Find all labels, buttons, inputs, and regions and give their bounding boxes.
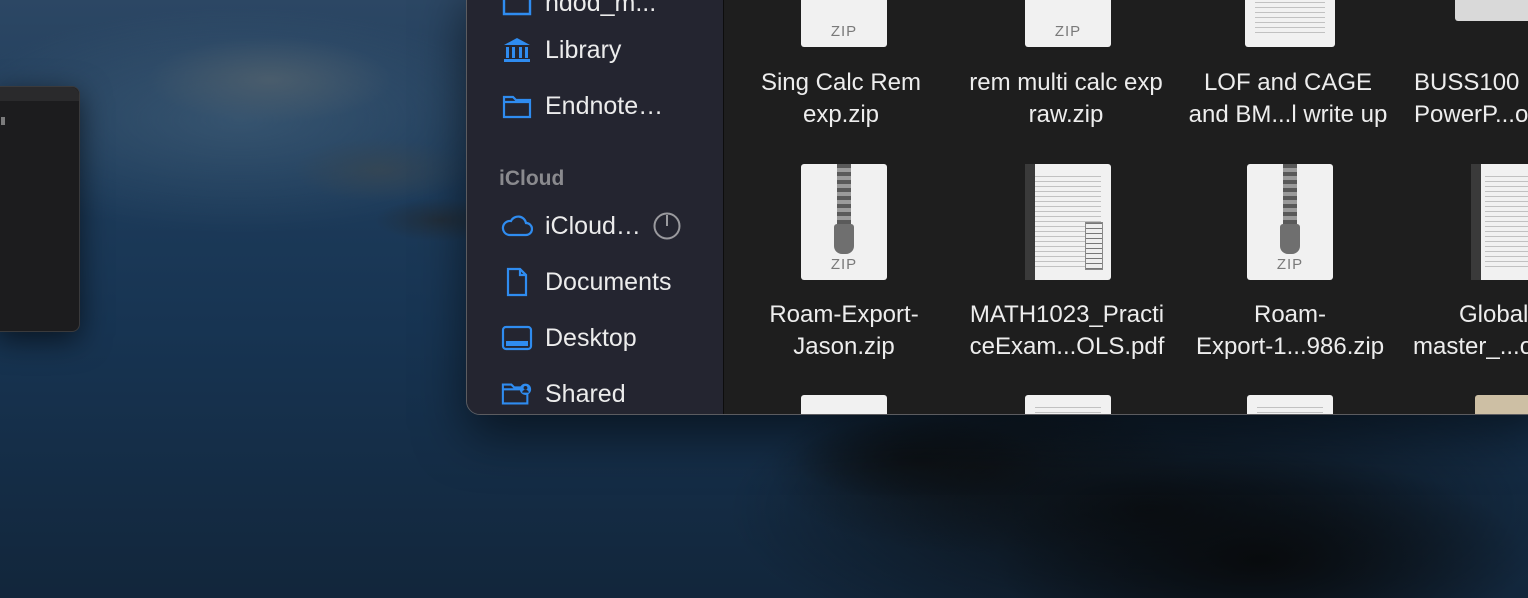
document-binding-edge — [1471, 164, 1481, 280]
zip-file-icon[interactable]: ZIP — [1247, 164, 1333, 280]
pdf-binding-edge — [1025, 164, 1035, 280]
sidebar-item-shared[interactable]: Shared — [501, 374, 626, 414]
finder-content: ZIP ZIP Sing Calc Rem exp.zip rem multi … — [724, 0, 1528, 414]
document-thumbnail-icon[interactable] — [1471, 164, 1528, 280]
file-item[interactable]: Sing Calc Rem exp.zip — [726, 67, 956, 131]
file-name-line2: and BM...l write up — [1188, 101, 1388, 128]
file-icon-partial[interactable] — [801, 395, 887, 414]
cloud-icon — [501, 210, 533, 242]
zip-badge: ZIP — [1276, 256, 1304, 273]
zip-file-icon[interactable]: ZIP — [801, 0, 887, 47]
pdf-thumbnail-icon[interactable] — [1245, 0, 1335, 47]
sidebar-item-icloud-drive[interactable]: iCloud… — [501, 206, 681, 246]
background-window-titlebar[interactable] — [0, 87, 79, 101]
sidebar-section-icloud: iCloud — [499, 167, 565, 190]
zip-file-icon[interactable]: ZIP — [801, 164, 887, 280]
sidebar-item-label: Documents — [545, 267, 672, 296]
file-item[interactable]: LOF and CAGE and BM...l write up — [1173, 67, 1403, 131]
finder-sidebar: ndod_m... Library Endnote… iCloud iCloud… — [467, 0, 724, 414]
file-name-line2: Jason.zip — [793, 333, 895, 360]
pdf-thumbnail-icon[interactable] — [1025, 164, 1111, 280]
zip-badge: ZIP — [830, 256, 858, 273]
sidebar-item-label: iCloud… — [545, 211, 641, 240]
wallpaper-shoreline — [760, 410, 1528, 598]
finder-window[interactable]: ndod_m... Library Endnote… iCloud iCloud… — [466, 0, 1528, 415]
file-name-line1: Roam- — [1253, 301, 1326, 328]
file-item[interactable]: Global master_...o — [1380, 299, 1528, 363]
sidebar-item-documents[interactable]: Documents — [501, 262, 671, 302]
file-name-line2: exp.zip — [802, 101, 880, 128]
zip-badge: ZIP — [830, 23, 858, 40]
background-window[interactable] — [0, 86, 80, 332]
sync-progress-icon — [653, 212, 681, 240]
building-columns-icon — [501, 34, 533, 66]
sidebar-item-endnote[interactable]: Endnote… — [501, 86, 663, 126]
file-name-line2: ceExam...OLS.pdf — [969, 333, 1165, 360]
document-icon — [501, 266, 533, 298]
file-name-line1: MATH1023_Practi — [969, 301, 1165, 328]
image-thumbnail-icon-partial[interactable] — [1475, 395, 1528, 414]
pdf-thumbnail-icon-partial[interactable] — [1025, 395, 1111, 414]
file-name-line2: PowerP...o — [1414, 101, 1528, 128]
presentation-thumbnail-icon[interactable] — [1455, 0, 1528, 21]
zipper-pull-graphic — [1280, 224, 1300, 254]
file-name-line1: LOF and CAGE — [1203, 69, 1373, 96]
folder-icon — [501, 90, 533, 122]
pdf-table-graphic — [1085, 222, 1103, 270]
wallpaper-rocks — [120, 20, 500, 250]
sidebar-item-label: ndod_m... — [545, 0, 657, 17]
file-item[interactable]: rem multi calc exp raw.zip — [951, 67, 1181, 131]
zip-file-icon[interactable]: ZIP — [1025, 0, 1111, 47]
sidebar-item-label: Shared — [545, 379, 626, 408]
zipper-pull-graphic — [834, 224, 854, 254]
sidebar-item-label: Desktop — [545, 323, 637, 352]
pdf-text-lines — [1035, 407, 1101, 414]
file-name-line1: rem multi calc exp — [969, 69, 1163, 96]
file-item[interactable]: MATH1023_Practi ceExam...OLS.pdf — [952, 299, 1182, 363]
sidebar-item-label: Endnote… — [545, 91, 664, 120]
file-name-line2: raw.zip — [1028, 101, 1104, 128]
file-name-line2: Export-1...986.zip — [1195, 333, 1385, 360]
text-cursor — [1, 117, 5, 125]
sidebar-item-label: Library — [545, 35, 622, 64]
pdf-text-lines — [1257, 407, 1323, 414]
pdf-text-lines — [1255, 0, 1325, 37]
file-item[interactable]: Roam- Export-1...986.zip — [1175, 299, 1405, 363]
file-item[interactable]: Roam-Export- Jason.zip — [729, 299, 959, 363]
file-name-line1: Sing Calc Rem — [760, 69, 922, 96]
file-name-line1: BUSS100 — [1414, 69, 1520, 96]
shared-folder-icon — [501, 378, 533, 410]
document-text-lines — [1485, 176, 1528, 270]
zip-badge: ZIP — [1054, 23, 1082, 40]
pdf-thumbnail-icon-partial[interactable] — [1247, 395, 1333, 414]
sidebar-item-desktop[interactable]: Desktop — [501, 318, 637, 358]
folder-icon — [501, 0, 533, 19]
sidebar-item-library[interactable]: Library — [501, 30, 621, 70]
file-name-line2: master_...o — [1413, 333, 1528, 360]
sidebar-item-cutoff[interactable]: ndod_m... — [501, 0, 656, 23]
desktop-icon — [501, 322, 533, 354]
file-name-line1: Roam-Export- — [769, 301, 919, 328]
file-name-line1: Global — [1459, 301, 1528, 328]
file-item[interactable]: BUSS100 PowerP...o — [1380, 67, 1528, 131]
